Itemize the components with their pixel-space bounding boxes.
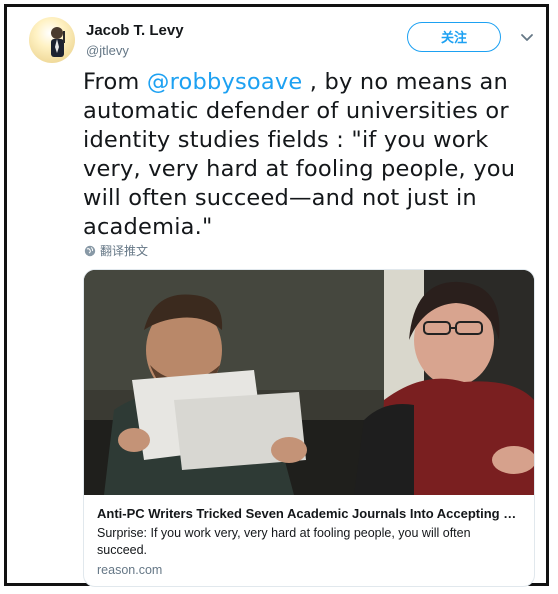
- tweet-frame: Jacob T. Levy @jtlevy 关注 From @robbysoav…: [4, 4, 549, 587]
- translate-tweet-link[interactable]: 翻译推文: [84, 243, 148, 259]
- follow-button[interactable]: 关注: [407, 22, 501, 52]
- chevron-down-icon[interactable]: [517, 27, 537, 47]
- tweet-header: Jacob T. Levy @jtlevy 关注: [29, 15, 534, 67]
- author-handle[interactable]: @jtlevy: [86, 43, 129, 58]
- link-card[interactable]: Anti-PC Writers Tricked Seven Academic J…: [83, 269, 535, 587]
- card-domain: reason.com: [97, 563, 163, 577]
- translate-label: 翻译推文: [100, 244, 149, 258]
- mention-link[interactable]: @robbysoave: [147, 69, 303, 95]
- tweet-text-prefix: From: [83, 69, 147, 95]
- card-description: Surprise: If you work very, very hard at…: [97, 526, 471, 557]
- tweet-text: From @robbysoave , by no means an automa…: [83, 68, 533, 242]
- avatar[interactable]: [29, 17, 75, 63]
- card-image[interactable]: [84, 270, 534, 495]
- card-title[interactable]: Anti-PC Writers Tricked Seven Academic J…: [97, 506, 525, 521]
- author-name[interactable]: Jacob T. Levy: [86, 22, 184, 39]
- globe-icon: [84, 245, 96, 257]
